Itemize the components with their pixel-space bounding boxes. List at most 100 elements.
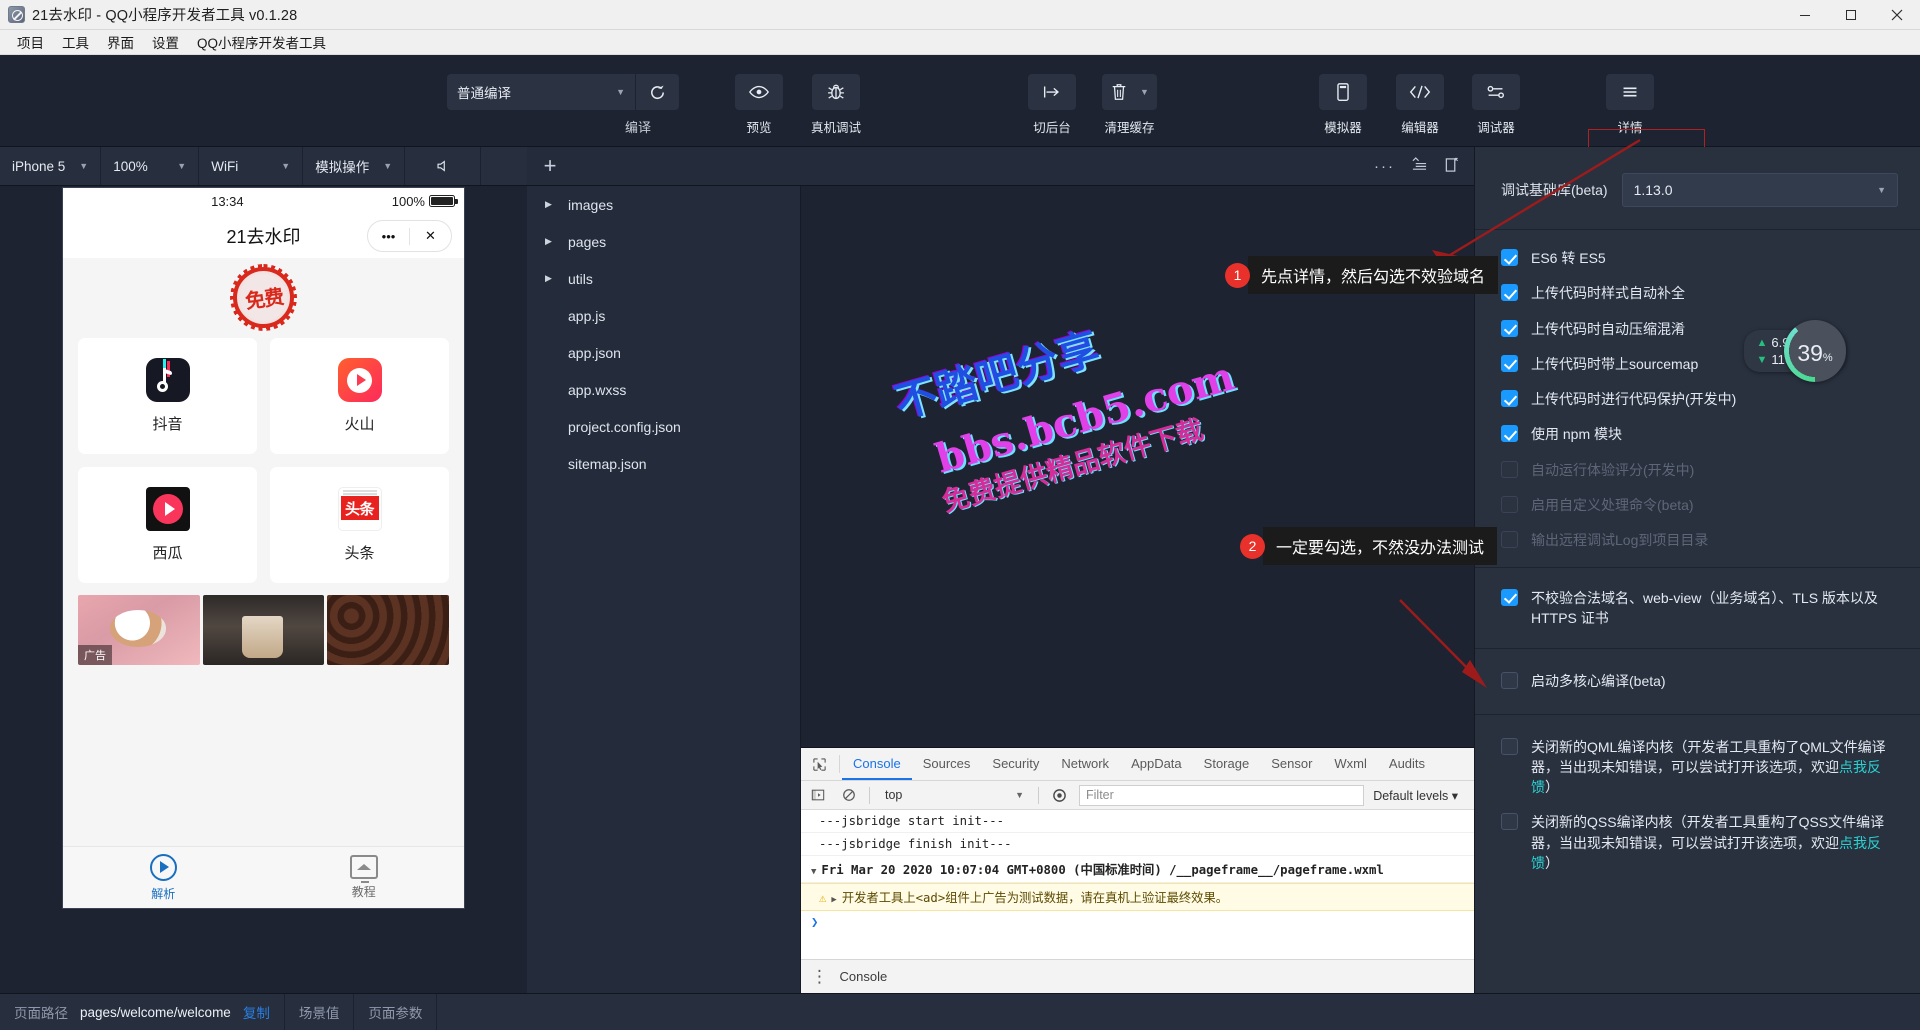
plus-icon[interactable]: +	[527, 153, 573, 179]
devtools-tab-network[interactable]: Network	[1050, 748, 1120, 780]
devtools-tab-sources[interactable]: Sources	[912, 748, 982, 780]
capsule-more-button[interactable]: •••	[368, 229, 409, 244]
debugger-toggle-button[interactable]: 调试器	[1472, 74, 1520, 136]
checkbox[interactable]	[1501, 425, 1518, 442]
tree-item-file[interactable]: ▶app.js	[527, 297, 800, 334]
clear-cache-button[interactable]: ▼ 清理缓存	[1102, 74, 1157, 136]
tree-item-file[interactable]: ▶sitemap.json	[527, 445, 800, 482]
more-vertical-icon[interactable]: ⋮	[811, 967, 830, 987]
tree-item-folder[interactable]: ▶utils	[527, 260, 800, 297]
app-name: 火山	[344, 413, 374, 434]
console-filter-bar: top ▼ Filter Default levels ▾	[801, 781, 1474, 810]
option-es6-to-es5[interactable]: ES6 转 ES5	[1501, 248, 1900, 268]
page-params-cell[interactable]: 页面参数	[354, 994, 437, 1030]
checkbox[interactable]	[1501, 249, 1518, 266]
real-device-debug-button[interactable]: 真机调试	[811, 74, 861, 136]
tabbar-item-parse[interactable]: 解析	[63, 847, 264, 908]
app-card-douyin[interactable]: 抖音	[78, 338, 257, 454]
devtools-tab-sensor[interactable]: Sensor	[1260, 748, 1323, 780]
tree-item-label: sitemap.json	[568, 456, 647, 472]
copy-button[interactable]: 复制	[243, 1002, 270, 1022]
capsule-close-button[interactable]: ✕	[410, 228, 451, 244]
zoom-select[interactable]: 100% ▼	[101, 147, 199, 185]
option-code-protect[interactable]: 上传代码时进行代码保护(开发中)	[1501, 389, 1900, 409]
minimize-button[interactable]	[1782, 0, 1828, 30]
console-filter-input[interactable]: Filter	[1079, 785, 1364, 806]
device-select[interactable]: iPhone 5 ▼	[0, 147, 101, 185]
ad-image-1[interactable]: 广告	[78, 595, 200, 665]
compile-mode-select[interactable]: 普通编译 ▼	[447, 74, 635, 110]
detail-toggle-button[interactable]: 详情	[1606, 74, 1654, 136]
checkbox[interactable]	[1501, 738, 1518, 755]
console-prompt[interactable]: ❯	[801, 911, 1474, 933]
page-path-cell[interactable]: 页面路径 pages/welcome/welcome 复制	[0, 994, 285, 1030]
devtools-tab-security[interactable]: Security	[981, 748, 1050, 780]
option-disable-qml-kernel[interactable]: 关闭新的QML编译内核（开发者工具重构了QML文件编译器，当出现未知错误，可以尝…	[1501, 737, 1900, 798]
checkbox[interactable]	[1501, 355, 1518, 372]
preview-button[interactable]: 预览	[735, 74, 783, 136]
option-multicore-compile[interactable]: 启动多核心编译(beta)	[1501, 671, 1900, 691]
drawer-tab-console[interactable]: Console	[840, 969, 888, 984]
close-button[interactable]	[1874, 0, 1920, 30]
more-icon[interactable]: ···	[1374, 158, 1395, 175]
console-settings-eye-icon[interactable]	[1048, 785, 1070, 806]
code-icon	[1407, 82, 1433, 102]
menu-item-tools[interactable]: 工具	[53, 30, 98, 54]
tree-item-file[interactable]: ▶app.json	[527, 334, 800, 371]
devtools-tab-wxml[interactable]: Wxml	[1323, 748, 1378, 780]
tree-item-folder[interactable]: ▶images	[527, 186, 800, 223]
trash-icon	[1110, 82, 1128, 102]
chevron-down-icon[interactable]: ▼	[1140, 87, 1149, 97]
ad-banner-row[interactable]: 广告	[63, 583, 464, 665]
ad-image-3[interactable]	[327, 595, 449, 665]
collapse-all-icon[interactable]	[1411, 157, 1428, 175]
devtools-tab-appdata[interactable]: AppData	[1120, 748, 1193, 780]
simulate-action-select[interactable]: 模拟操作 ▼	[303, 147, 405, 185]
devtools-tab-storage[interactable]: Storage	[1193, 748, 1261, 780]
phone-frame: 13:34 100% 21去水印 ••• ✕	[62, 187, 465, 909]
option-disable-qss-kernel[interactable]: 关闭新的QSS编译内核（开发者工具重构了QSS文件编译器，当出现未知错误，可以尝…	[1501, 812, 1900, 873]
console-levels-select[interactable]: Default levels ▾	[1373, 788, 1468, 803]
app-card-huoshan[interactable]: 火山	[270, 338, 449, 454]
console-context-select[interactable]: top ▼	[879, 785, 1029, 806]
window-titlebar: 21去水印 - QQ小程序开发者工具 v0.1.28	[0, 0, 1920, 30]
ad-image-2[interactable]	[203, 595, 325, 665]
debug-library-select[interactable]: 1.13.0 ▼	[1622, 173, 1898, 207]
maximize-button[interactable]	[1828, 0, 1874, 30]
checkbox[interactable]	[1501, 320, 1518, 337]
option-style-autocomplete[interactable]: 上传代码时样式自动补全	[1501, 283, 1900, 303]
network-select[interactable]: WiFi ▼	[199, 147, 303, 185]
option-skip-domain-check[interactable]: 不校验合法域名、web-view（业务域名）、TLS 版本以及 HTTPS 证书	[1501, 588, 1900, 629]
menu-item-interface[interactable]: 界面	[98, 30, 143, 54]
devtools-tab-audits[interactable]: Audits	[1378, 748, 1436, 780]
debug-library-version: 1.13.0	[1634, 182, 1673, 198]
volume-button[interactable]	[405, 147, 481, 185]
tree-item-folder[interactable]: ▶pages	[527, 223, 800, 260]
menu-item-qq-devtool[interactable]: QQ小程序开发者工具	[188, 30, 335, 54]
tree-item-file[interactable]: ▶project.config.json	[527, 408, 800, 445]
app-card-toutiao[interactable]: 头条 头条	[270, 467, 449, 583]
checkbox[interactable]	[1501, 589, 1518, 606]
console-log[interactable]: ---jsbridge start init--- ---jsbridge fi…	[801, 810, 1474, 959]
checkbox[interactable]	[1501, 390, 1518, 407]
checkbox[interactable]	[1501, 284, 1518, 301]
checkbox[interactable]	[1501, 672, 1518, 689]
menu-item-settings[interactable]: 设置	[143, 30, 188, 54]
option-use-npm[interactable]: 使用 npm 模块	[1501, 424, 1900, 444]
clear-console-icon[interactable]	[838, 785, 860, 806]
checkbox[interactable]	[1501, 813, 1518, 830]
tree-item-file[interactable]: ▶app.wxss	[527, 371, 800, 408]
console-sidebar-icon[interactable]	[807, 785, 829, 806]
app-card-xigua[interactable]: 西瓜	[78, 467, 257, 583]
editor-toggle-button[interactable]: 编辑器	[1396, 74, 1444, 136]
inspect-element-icon[interactable]	[801, 748, 837, 780]
compile-button[interactable]	[635, 74, 679, 110]
switch-background-button[interactable]: 切后台	[1028, 74, 1076, 136]
new-file-icon[interactable]	[1444, 157, 1459, 176]
console-line-group[interactable]: ▼Fri Mar 20 2020 10:07:04 GMT+0800 (中国标准…	[801, 856, 1474, 883]
scene-value-cell[interactable]: 场景值	[285, 994, 355, 1030]
tabbar-item-course[interactable]: 教程	[264, 847, 465, 908]
menu-item-project[interactable]: 项目	[8, 30, 53, 54]
devtools-tab-console[interactable]: Console	[842, 748, 912, 780]
simulator-toggle-button[interactable]: 模拟器	[1319, 74, 1367, 136]
